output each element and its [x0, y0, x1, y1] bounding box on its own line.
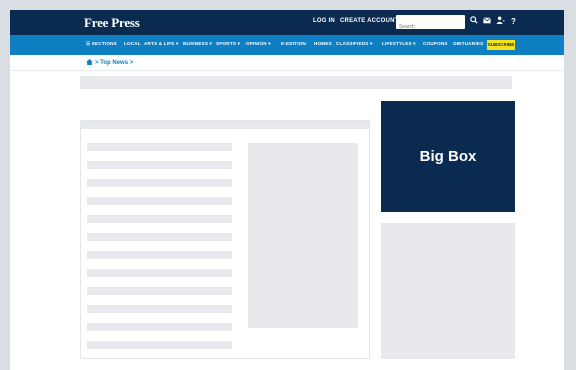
top-header: Free Press LOG IN CREATE ACCOUNT ?: [10, 10, 564, 35]
help-icon[interactable]: ?: [508, 16, 519, 28]
nav-item-business[interactable]: BUSINESS ▾: [183, 41, 212, 47]
sidebar-placeholder: [381, 223, 515, 359]
nav-item-local[interactable]: LOCAL: [124, 41, 141, 46]
text-line-placeholder: [87, 233, 232, 241]
text-line-placeholder: [87, 323, 232, 331]
text-line-placeholder: [87, 287, 232, 295]
big-box-label: Big Box: [419, 148, 477, 165]
breadcrumb-divider: [10, 70, 564, 71]
text-line-placeholder: [87, 341, 232, 349]
text-line-placeholder: [87, 305, 232, 313]
nav-item-homes[interactable]: HOMES: [314, 41, 332, 46]
subscribe-button[interactable]: SUBSCRIBE: [487, 40, 515, 50]
big-box-ad[interactable]: Big Box: [381, 101, 515, 212]
card-header-placeholder: [81, 121, 369, 129]
text-line-placeholder: [87, 143, 232, 151]
create-account-link[interactable]: CREATE ACCOUNT: [340, 18, 398, 24]
breadcrumb-text[interactable]: > Top News >: [95, 60, 133, 66]
nav-item-sports[interactable]: SPORTS ▾: [216, 41, 240, 47]
text-line-placeholder: [87, 269, 232, 277]
nav-item-lifestyles[interactable]: LIFESTYLES ▾: [382, 41, 416, 47]
leaderboard-placeholder: [80, 76, 512, 89]
user-icon[interactable]: [495, 16, 506, 28]
story-card-placeholder: [80, 120, 370, 359]
login-link[interactable]: LOG IN: [313, 18, 335, 24]
image-placeholder: [248, 143, 358, 328]
text-line-placeholder: [87, 161, 232, 169]
text-line-placeholder: [87, 251, 232, 259]
search-input[interactable]: [396, 20, 465, 34]
mail-icon[interactable]: [481, 16, 492, 28]
text-line-placeholder: [87, 197, 232, 205]
nav-item-coupons[interactable]: COUPONS: [423, 41, 448, 46]
site-logo[interactable]: Free Press: [84, 15, 140, 31]
search-field[interactable]: [396, 15, 465, 34]
nav-item-e-edition[interactable]: E-EDITION: [281, 41, 306, 46]
browser-viewport: Free Press LOG IN CREATE ACCOUNT ? ☰ SEC…: [10, 10, 564, 370]
main-nav: ☰ SECTIONS LOCAL ARTS & LIFE ▾ BUSINESS …: [10, 35, 564, 55]
home-icon[interactable]: [86, 59, 93, 67]
nav-item-obituaries[interactable]: OBITUARIES: [453, 41, 483, 46]
nav-item-opinion[interactable]: OPINION ▾: [246, 41, 271, 47]
nav-item-arts-life[interactable]: ARTS & LIFE ▾: [144, 41, 179, 47]
breadcrumb: > Top News >: [86, 58, 133, 68]
text-line-placeholder: [87, 179, 232, 187]
text-line-placeholder: [87, 215, 232, 223]
search-icon[interactable]: [468, 16, 479, 28]
nav-item-sections[interactable]: ☰ SECTIONS: [86, 41, 117, 47]
nav-item-classifieds[interactable]: CLASSIFIEDS ▾: [336, 41, 373, 47]
